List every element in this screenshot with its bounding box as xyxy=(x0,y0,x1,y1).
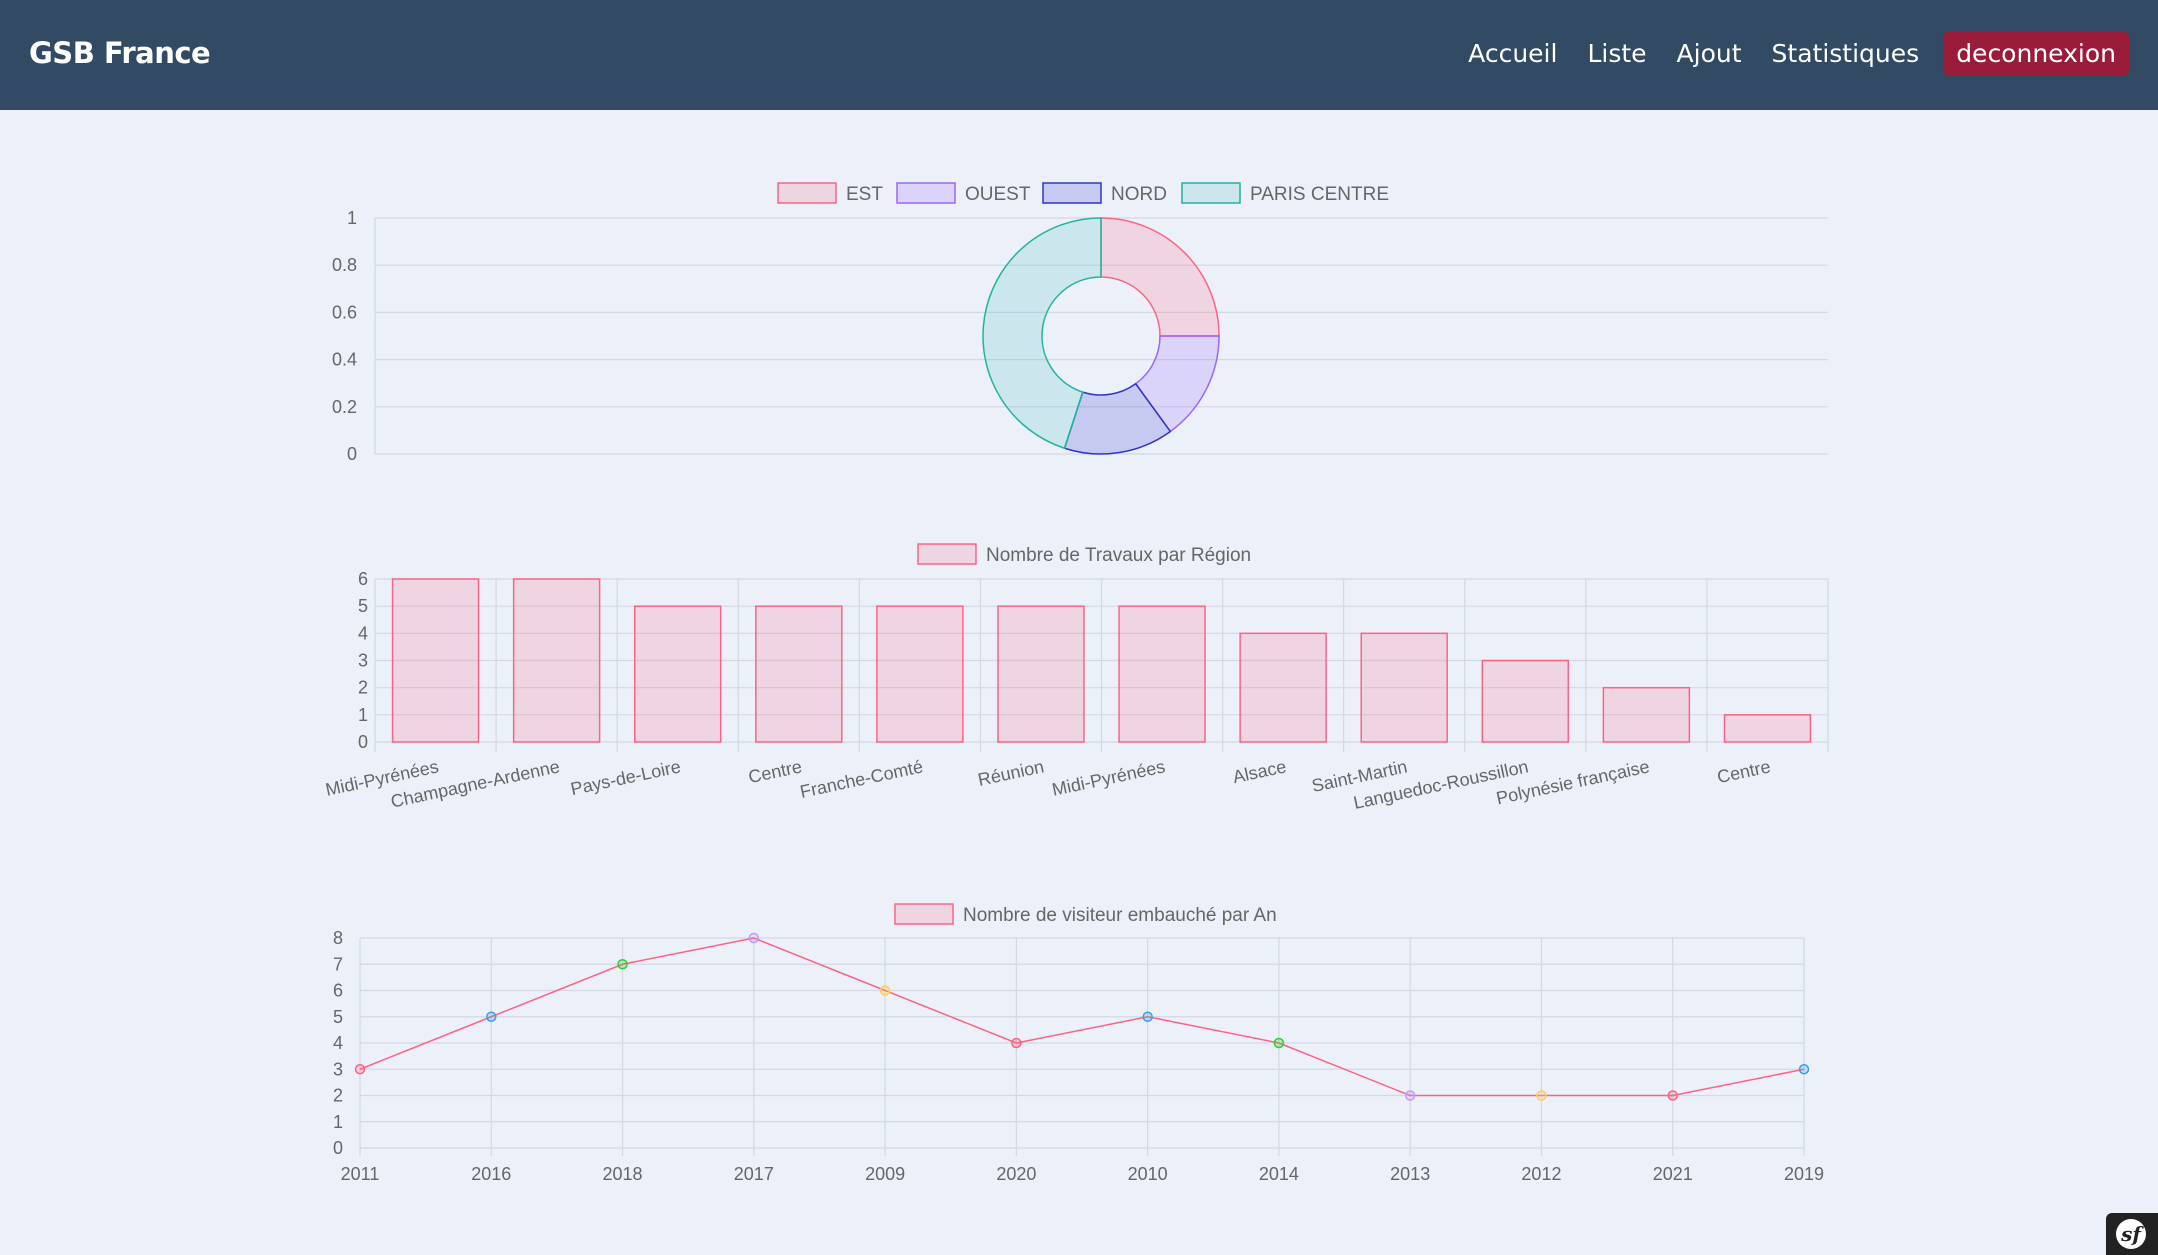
x-tick-label: 2012 xyxy=(1521,1164,1561,1184)
bar xyxy=(755,605,843,743)
data-point xyxy=(1142,1011,1153,1022)
legend-item-nord-label: NORD xyxy=(1111,184,1167,205)
y-tick-label: 1 xyxy=(333,1112,343,1132)
bar xyxy=(391,578,480,743)
legend-item-est-label: EST xyxy=(846,184,883,205)
logout-button[interactable]: deconnexion xyxy=(1943,31,2129,75)
data-point xyxy=(1011,1037,1022,1049)
y-tick-label: 5 xyxy=(358,596,368,616)
nav-links: Accueil Liste Ajout Statistiques deconne… xyxy=(1438,30,2129,76)
data-point xyxy=(1273,1037,1285,1049)
y-tick-label: 4 xyxy=(333,1033,343,1053)
x-tick-label: 2019 xyxy=(1784,1164,1824,1184)
y-tick-label: 8 xyxy=(333,928,343,948)
legend-item-ouest-swatch xyxy=(896,182,956,204)
data-point xyxy=(486,1011,497,1022)
x-tick-label: 2011 xyxy=(341,1164,380,1184)
x-tick-label: Centre xyxy=(747,756,804,787)
y-tick-label: 0.2 xyxy=(332,397,357,417)
y-tick-label: 7 xyxy=(333,954,343,974)
x-tick-label: 2021 xyxy=(1653,1164,1693,1184)
nav-link-statistiques[interactable]: Statistiques xyxy=(1772,39,1920,68)
x-tick-label: Alsace xyxy=(1231,756,1288,787)
y-tick-label: 6 xyxy=(333,981,343,1001)
nav-link-accueil[interactable]: Accueil xyxy=(1468,39,1557,68)
legend-item-ouest-label: OUEST xyxy=(965,184,1031,205)
y-tick-label: 1 xyxy=(358,705,368,725)
bar xyxy=(1239,632,1327,743)
bar xyxy=(1118,605,1206,743)
x-tick-label: Pays-de-Loire xyxy=(569,756,683,799)
y-tick-label: 0.8 xyxy=(332,255,357,275)
x-tick-label: 2016 xyxy=(471,1164,511,1184)
y-tick-label: 6 xyxy=(358,569,368,589)
bar xyxy=(512,578,601,743)
x-tick-label: Franche-Comté xyxy=(798,756,924,802)
data-point xyxy=(879,985,891,996)
x-tick-label: 2018 xyxy=(603,1164,643,1184)
legend-item-travaux-label: Nombre de Travaux par Région xyxy=(986,545,1251,566)
bar-chart: Nombre de Travaux par Région 0 1 2 3 4 5 6 Midi-… xyxy=(324,543,1829,813)
bar xyxy=(1723,714,1812,743)
y-tick-label: 0 xyxy=(333,1138,343,1158)
legend-item-travaux-swatch xyxy=(917,543,977,565)
data-point xyxy=(1667,1090,1678,1101)
y-tick-label: 4 xyxy=(358,623,368,643)
data-point xyxy=(1536,1090,1547,1101)
legend-item-est-swatch xyxy=(777,182,837,204)
y-tick-label: 2 xyxy=(358,678,368,698)
y-tick-label: 0 xyxy=(347,444,357,464)
y-tick-label: 0.4 xyxy=(332,350,357,370)
x-tick-label: Midi-Pyrénées xyxy=(1050,756,1167,799)
y-tick-label: 0.6 xyxy=(332,302,357,322)
doughnut-slice-est xyxy=(1100,217,1220,337)
x-tick-label: Centre xyxy=(1715,756,1772,787)
x-tick-label: 2013 xyxy=(1390,1164,1430,1184)
legend-item-paris-centre-swatch xyxy=(1181,182,1241,204)
data-point xyxy=(1798,1064,1810,1075)
data-point xyxy=(748,932,760,944)
legend-item-paris-centre-label: PARIS CENTRE xyxy=(1250,184,1389,205)
x-tick-label: 2010 xyxy=(1128,1164,1168,1184)
x-tick-label: 2020 xyxy=(996,1164,1036,1184)
bar xyxy=(1602,686,1691,743)
y-tick-label: 5 xyxy=(333,1007,343,1027)
x-tick-label: 2017 xyxy=(734,1164,774,1184)
bar xyxy=(1360,632,1448,743)
y-tick-label: 3 xyxy=(358,651,368,671)
bar xyxy=(997,605,1085,743)
nav-link-liste[interactable]: Liste xyxy=(1587,39,1646,68)
x-tick-label: Réunion xyxy=(976,756,1046,790)
y-tick-label: 0 xyxy=(358,732,368,752)
data-point xyxy=(354,1064,366,1075)
navbar: GSB France Accueil Liste Ajout Statistiq… xyxy=(0,0,2158,110)
legend-item-visiteurs-label: Nombre de visiteur embauché par An xyxy=(963,905,1277,926)
y-tick-label: 1 xyxy=(347,208,357,228)
y-tick-label: 3 xyxy=(333,1059,343,1079)
x-tick-label: 2009 xyxy=(865,1164,905,1184)
symfony-toolbar-toggle[interactable]: sf xyxy=(2106,1213,2158,1255)
x-tick-label: 2014 xyxy=(1259,1164,1299,1184)
data-point xyxy=(617,959,628,970)
bar xyxy=(1481,659,1570,743)
legend-item-visiteurs-swatch xyxy=(894,903,954,925)
data-point xyxy=(1404,1090,1416,1101)
bar xyxy=(876,605,964,743)
legend-item-nord-swatch xyxy=(1042,182,1102,204)
y-tick-label: 2 xyxy=(333,1086,343,1106)
symfony-icon: sf xyxy=(2116,1219,2146,1249)
line-chart: Nombre de visiteur embauché par An 0 1 2 3 4 5… xyxy=(333,903,1824,1184)
brand-logo[interactable]: GSB France xyxy=(29,36,211,70)
bar xyxy=(633,605,722,743)
nav-link-ajout[interactable]: Ajout xyxy=(1677,39,1742,68)
